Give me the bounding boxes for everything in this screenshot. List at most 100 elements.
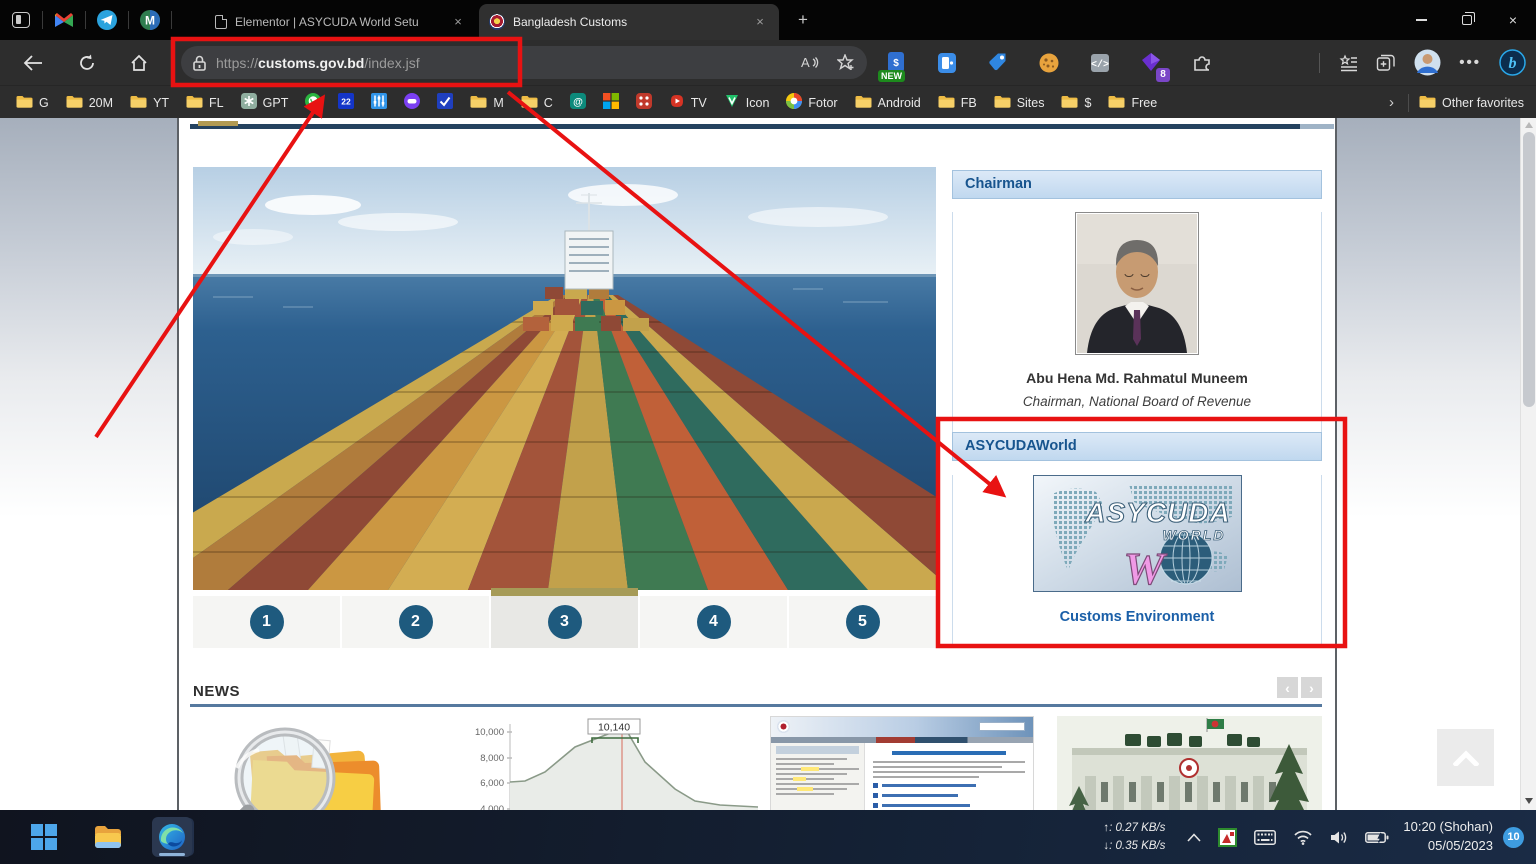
bookmark-label: C [544,96,553,110]
profile-avatar[interactable] [1414,49,1441,76]
bookmark-Sites[interactable]: Sites [994,95,1045,111]
scrollbar-up-icon[interactable] [1525,122,1533,128]
chatgpt-icon [241,93,257,112]
edge-taskbar-button[interactable] [152,817,192,857]
blue-s-extension-icon[interactable]: $NEW [884,51,908,75]
blue-door-extension-icon[interactable] [935,51,959,75]
favorite-star-icon[interactable] [837,54,855,71]
back-icon[interactable] [18,48,48,78]
bookmarks-overflow-icon[interactable]: › [1389,94,1394,111]
tab-close-icon[interactable]: × [449,13,467,31]
bookmark-YT[interactable]: YT [130,95,169,111]
cookie-extension-icon[interactable] [1037,51,1061,75]
scrollbar-down-icon[interactable] [1525,798,1533,804]
svg-text:8,000: 8,000 [480,753,504,764]
bookmark-TV[interactable]: TV [669,93,707,112]
bookmarks-bar: G 20M YT FL GPT 22 M C @ TV Icon Fotor Android FB Site… [0,85,1536,118]
netmonitor-tray-icon[interactable] [1218,828,1237,847]
taskbar-clock[interactable]: 10:20 (Shohan) 05/05/2023 [1403,818,1493,856]
carousel-page-4[interactable]: 4 [640,596,787,648]
battery-icon[interactable] [1365,831,1389,844]
new-tab-button[interactable]: + [792,9,814,31]
more-menu-icon[interactable]: ••• [1459,54,1481,71]
tab-elementor[interactable]: Elementor | ASYCUDA World Setu × [205,4,477,40]
carousel-page-2[interactable]: 2 [342,596,489,648]
tab-bangladesh-customs[interactable]: Bangladesh Customs × [479,4,779,40]
scrollbar-thumb[interactable] [1523,132,1535,407]
notification-badge[interactable]: 10 [1503,827,1524,848]
bookmark-Fotor[interactable]: Fotor [786,93,837,112]
svg-text:A: A [801,55,810,70]
restore-button[interactable] [1444,0,1490,40]
collections-icon[interactable] [1338,54,1358,72]
svg-text:b: b [1509,55,1517,72]
bookmark-Icon[interactable]: Icon [724,93,770,112]
wifi-icon[interactable] [1293,830,1313,845]
workspaces-icon[interactable] [10,9,32,31]
news-thumb-website[interactable] [770,716,1034,810]
touch-keyboard-icon[interactable] [1254,830,1276,845]
bookmark-label: Fotor [808,96,837,110]
news-next-button[interactable]: › [1301,677,1322,698]
hero-carousel-image[interactable] [193,167,936,590]
bookmark-C[interactable]: C [521,95,553,111]
chairman-header: Chairman [952,170,1322,199]
bookmark-blue22[interactable]: 22 [338,93,354,112]
news-divider [190,704,1322,707]
bookmark-sliders[interactable] [371,93,387,112]
file-explorer-button[interactable] [88,817,128,857]
bookmark-G[interactable]: G [16,95,49,111]
bookmark-20M[interactable]: 20M [66,95,113,111]
purple-ribbon-extension-icon[interactable]: 8 [1139,51,1163,75]
tab-close-icon[interactable]: × [751,13,769,31]
chairman-name: Abu Hena Md. Rahmatul Muneem [953,370,1321,386]
bookmark-label: GPT [263,96,289,110]
gmail-icon[interactable] [53,9,75,31]
bookmark-purplecam[interactable] [404,93,420,112]
news-thumb-folders[interactable] [193,716,443,810]
bookmark-tealp[interactable]: @ [570,93,586,112]
read-aloud-icon[interactable]: A [801,55,819,70]
bookmark-Free[interactable]: Free [1108,95,1157,111]
puzzle-extension-icon[interactable] [1190,51,1214,75]
code-extension-icon[interactable]: </> [1088,51,1112,75]
bookmark-$[interactable]: $ [1061,95,1091,111]
price-tag-extension-icon[interactable] [986,51,1010,75]
address-bar[interactable]: https://customs.gov.bd/index.jsf A [181,46,867,79]
refresh-icon[interactable] [72,48,102,78]
tray-chevron-up-icon[interactable] [1187,833,1201,842]
news-thumb-building[interactable] [1057,716,1322,810]
asycuda-world-logo[interactable]: ASYCUDA WORLD W [1033,475,1242,592]
news-prev-button[interactable]: ‹ [1277,677,1298,698]
start-button[interactable] [24,817,64,857]
bookmark-label: Sites [1017,96,1045,110]
bookmark-M[interactable]: M [470,95,503,111]
profile-m-icon[interactable]: M [139,9,161,31]
carousel-page-5[interactable]: 5 [789,596,936,648]
lock-icon [193,55,206,71]
bookmark-label: Icon [746,96,770,110]
carousel-page-1[interactable]: 1 [193,596,340,648]
minimize-button[interactable] [1398,0,1444,40]
carousel-page-3[interactable]: 3 [491,596,638,648]
bookmark-whatsapp[interactable] [305,93,321,112]
news-thumb-chart[interactable]: 10,000 8,000 6,000 4,000 10,140 [470,716,760,810]
telegram-icon[interactable] [96,9,118,31]
speaker-icon[interactable] [1330,830,1348,845]
bookmark-Android[interactable]: Android [855,95,921,111]
page-scrollbar[interactable] [1520,118,1536,810]
bookmark-bluecheck[interactable] [437,93,453,112]
bing-discover-icon[interactable]: b [1499,49,1526,76]
close-button[interactable]: × [1490,0,1536,40]
bookmark-FB[interactable]: FB [938,95,977,111]
home-icon[interactable] [124,48,154,78]
bookmark-GPT[interactable]: GPT [241,93,289,112]
bookmark-label: TV [691,96,707,110]
multi-window-icon[interactable] [1376,54,1396,72]
bookmark-reddice[interactable] [636,93,652,112]
bookmark-FL[interactable]: FL [186,95,224,111]
other-favorites[interactable]: Other favorites [1419,95,1524,111]
scroll-to-top-button[interactable] [1437,729,1494,786]
bookmark-mssquares[interactable] [603,93,619,112]
tealp-icon: @ [570,93,586,112]
